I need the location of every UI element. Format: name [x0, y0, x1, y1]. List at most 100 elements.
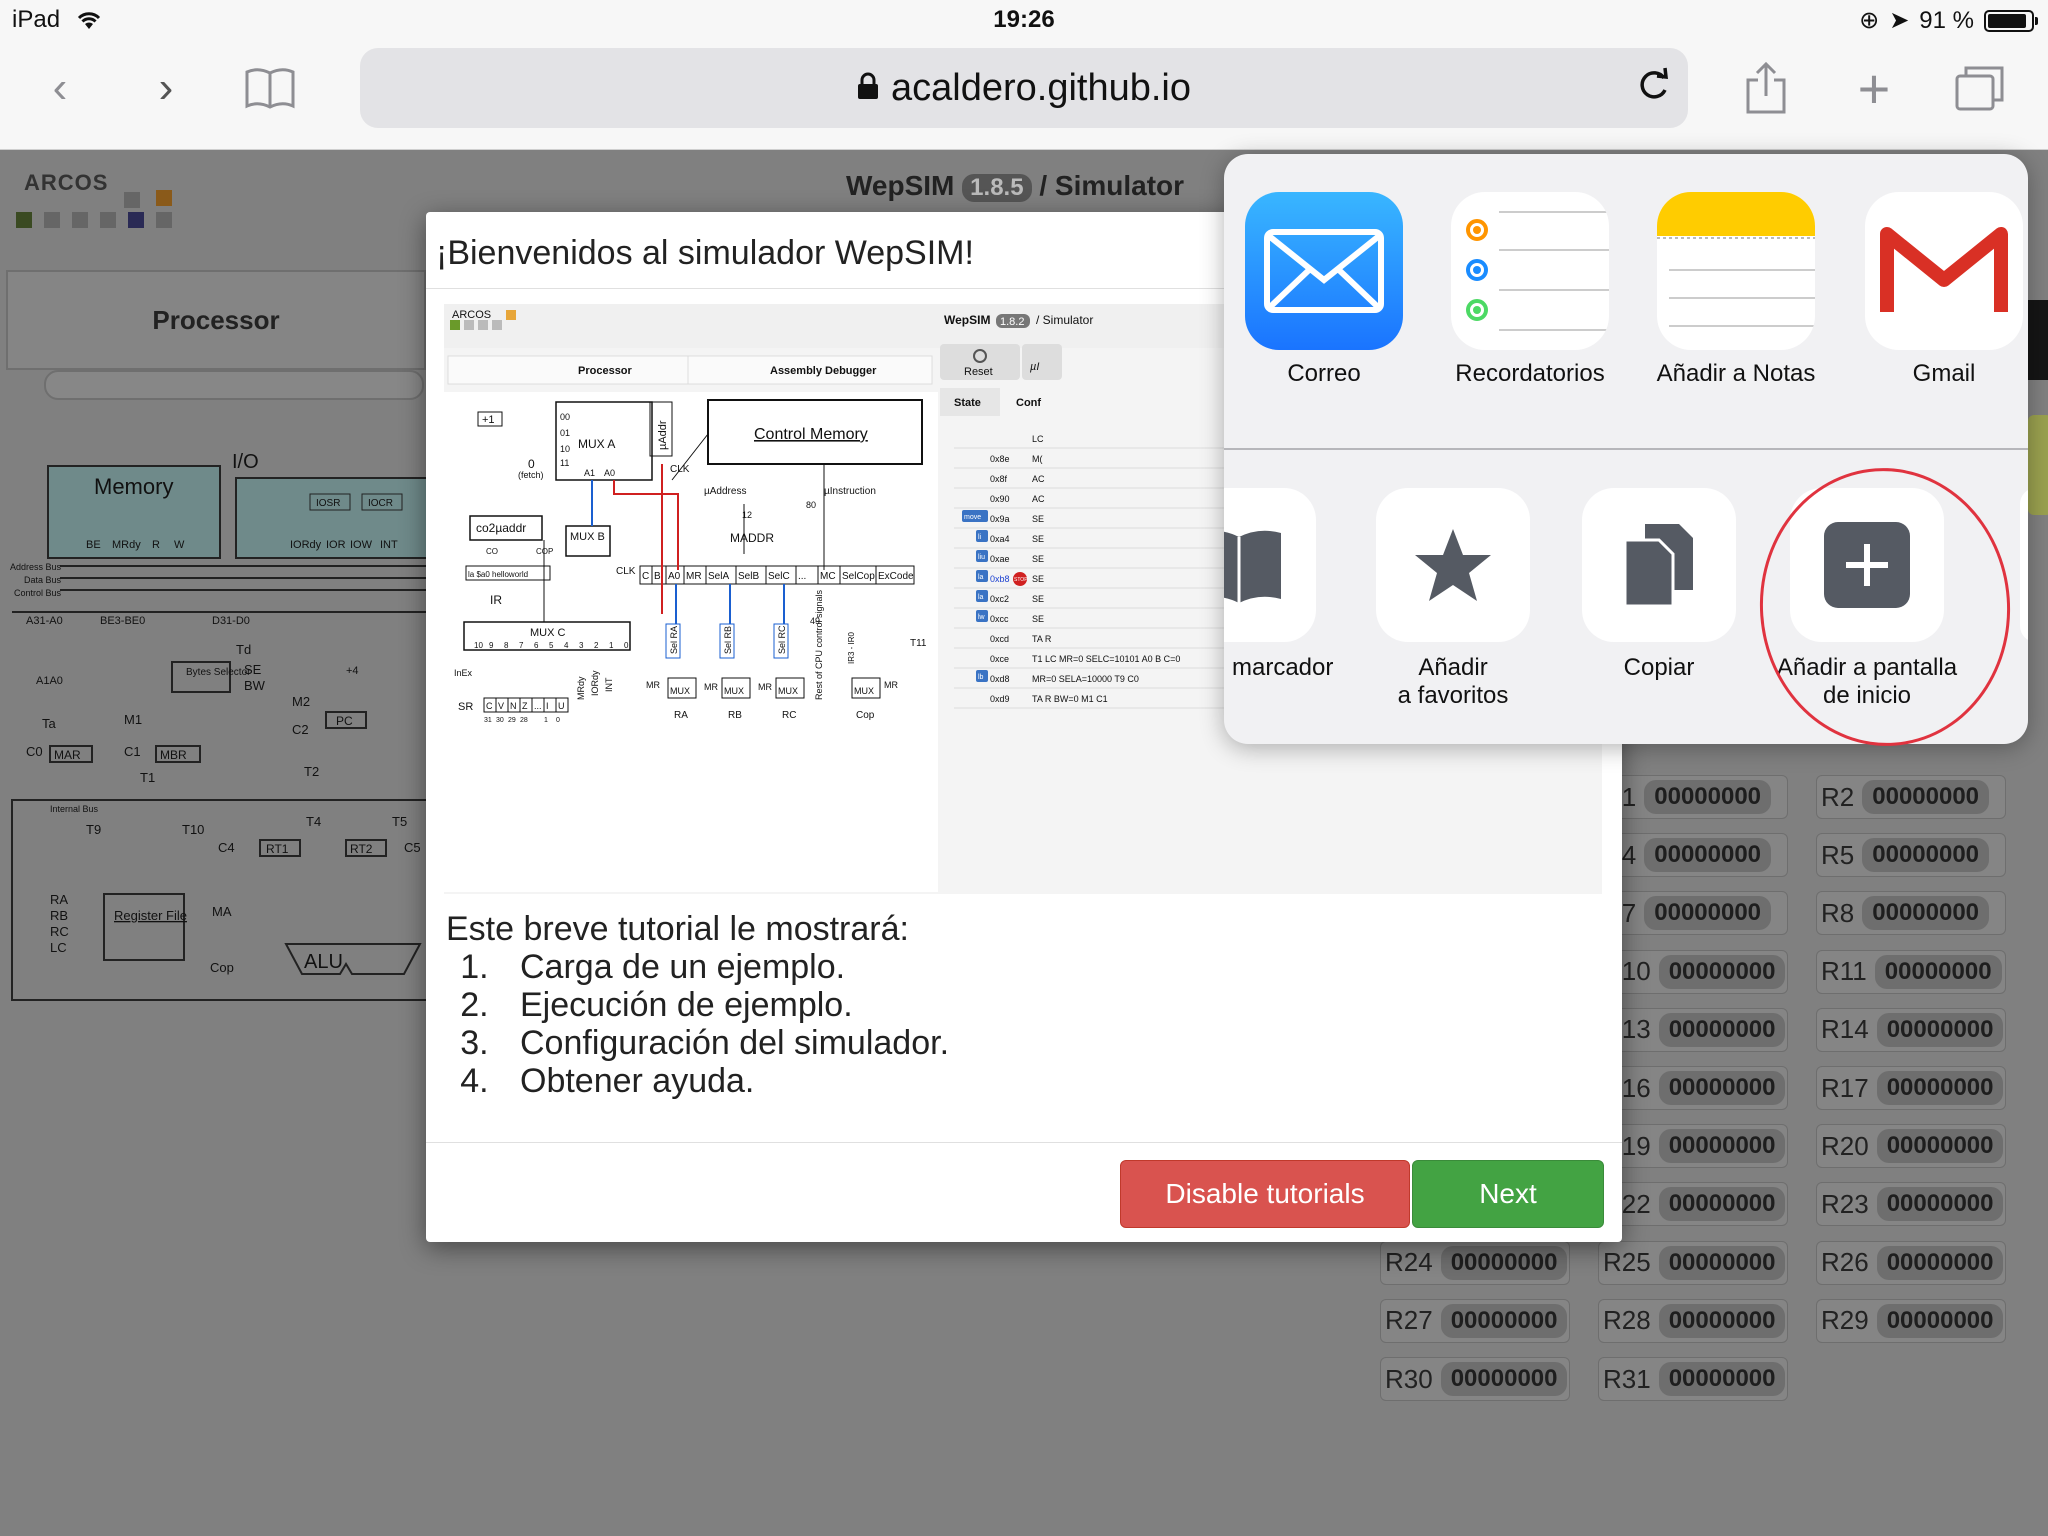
lock-icon	[857, 67, 879, 110]
register-value: 00000000	[1644, 896, 1772, 931]
back-icon[interactable]: ‹	[30, 58, 90, 118]
ior-label: IOR	[326, 539, 346, 551]
mini-memory-text: M(	[1032, 454, 1043, 464]
memory-label: Memory	[94, 474, 173, 499]
register-cell[interactable]: R400000000	[1598, 833, 1788, 878]
mini-cw-label: MR	[686, 571, 702, 582]
mini-muxc-bit: 2	[594, 641, 599, 650]
register-cell[interactable]: R27 00000000	[1380, 1298, 1570, 1343]
share-app-correo[interactable]: Correo	[1234, 192, 1414, 388]
register-cell[interactable]: R23 00000000	[1816, 1182, 2006, 1227]
svg-text:A0: A0	[604, 468, 615, 478]
mini-tab-processor: Processor	[578, 365, 633, 377]
control-bus-label: Control Bus	[14, 588, 62, 598]
register-value: 00000000	[1658, 1071, 1786, 1105]
mini-memory-text: SE	[1032, 574, 1044, 584]
share-app-recordatorios[interactable]: Recordatorios	[1440, 192, 1620, 388]
tutorial-intro: Este breve tutorial le mostrará:	[446, 910, 909, 948]
register-value: 00000000	[1440, 1362, 1568, 1396]
share-app-label: Gmail	[1912, 360, 1976, 387]
share-icon[interactable]	[1736, 58, 1796, 118]
register-cell[interactable]: R13 00000000	[1598, 1007, 1788, 1052]
register-cell[interactable]: R5 00000000	[1816, 833, 2006, 878]
browser-toolbar: ‹ › acaldero.github.io +	[0, 40, 2048, 150]
mini-muxc-bit: 8	[504, 641, 509, 650]
mini-badge-text: lb	[978, 674, 984, 681]
mini-t11: T11	[910, 638, 927, 649]
register-name: R25	[1603, 1247, 1651, 1278]
share-app-notas[interactable]: Añadir a Notas	[1646, 192, 1826, 388]
mini-muxc-bit: 6	[534, 641, 539, 650]
tutorial-step: Configuración del simulador.	[498, 1024, 949, 1062]
mar-label: MAR	[54, 748, 81, 762]
reload-icon[interactable]	[1636, 64, 1670, 112]
register-cell[interactable]: R26 00000000	[1816, 1240, 2006, 1285]
register-value: 00000000	[1876, 1071, 2004, 1105]
register-cell[interactable]: R20 00000000	[1816, 1124, 2006, 1169]
mini-memory-text: SE	[1032, 514, 1044, 524]
register-cell[interactable]: R100000000	[1598, 775, 1788, 819]
svg-text:01: 01	[560, 428, 570, 438]
register-name: R11	[1821, 956, 1867, 987]
t9-label: T9	[86, 822, 101, 837]
mini-sr-bit: 0	[556, 717, 560, 724]
d31d0-label: D31-D0	[212, 615, 250, 627]
forward-icon[interactable]: ›	[136, 58, 196, 118]
mini-sr-flag: U	[558, 701, 565, 711]
mini-memory-text: SE	[1032, 594, 1044, 604]
share-app-gmail[interactable]: Gmail	[1854, 192, 2028, 388]
internal-bus-label: Internal Bus	[50, 804, 99, 814]
tab-processor[interactable]: Processor	[6, 270, 426, 370]
t4-label: T4	[306, 814, 321, 829]
mini-ir-text: la $a0 helloworld	[468, 570, 528, 579]
right-edge-button[interactable]	[2028, 415, 2048, 515]
register-name: R28	[1603, 1305, 1651, 1336]
mini-cop: Cop	[856, 710, 875, 721]
location-icon: ➤	[1889, 7, 1910, 34]
register-cell[interactable]: R30 00000000	[1380, 1357, 1570, 1401]
tutorial-steps: Carga de un ejemplo. Ejecución de ejempl…	[498, 948, 949, 1100]
register-cell[interactable]: R2 00000000	[1816, 775, 2006, 819]
mini-sr-flag: I	[546, 701, 549, 711]
register-cell[interactable]: R25 00000000	[1598, 1240, 1788, 1285]
share-action-partial[interactable]	[2020, 488, 2028, 642]
register-value: 00000000	[1876, 1187, 2004, 1222]
share-action-copy[interactable]: Copiar	[1564, 488, 1754, 682]
share-action-bookmark[interactable]	[1224, 488, 1334, 642]
battery-icon	[1984, 9, 2038, 32]
register-cell[interactable]: R17 00000000	[1816, 1066, 2006, 1110]
c1-label: C1	[124, 744, 141, 759]
register-cell[interactable]: R8 00000000	[1816, 891, 2006, 936]
register-cell[interactable]: R29 00000000	[1816, 1298, 2006, 1343]
mini-memory-text: SE	[1032, 554, 1044, 564]
register-cell[interactable]: R19 00000000	[1598, 1124, 1788, 1169]
t2-label: T2	[304, 764, 319, 779]
address-bar[interactable]: acaldero.github.io	[360, 48, 1688, 128]
register-cell[interactable]: R11 00000000	[1816, 949, 2006, 994]
svg-text:CLK: CLK	[616, 566, 636, 577]
register-cell[interactable]: R700000000	[1598, 891, 1788, 936]
mini-mux-b: MUX B	[570, 531, 605, 543]
register-cell[interactable]: R24 00000000	[1380, 1240, 1570, 1285]
disable-tutorials-button[interactable]: Disable tutorials	[1120, 1160, 1410, 1228]
register-cell[interactable]: R28 00000000	[1598, 1298, 1788, 1343]
divider	[1224, 448, 2028, 450]
mini-badge-text: la	[978, 594, 984, 601]
mini-fetch: (fetch)	[518, 470, 544, 480]
share-action-favorites[interactable]: Añadir a favoritos	[1358, 488, 1548, 710]
register-value: 00000000	[1658, 1012, 1786, 1047]
register-cell[interactable]: R10 00000000	[1598, 949, 1788, 994]
mini-uinstruction: µInstruction	[824, 486, 876, 497]
tabs-icon[interactable]	[1950, 58, 2010, 118]
register-cell[interactable]: R16 00000000	[1598, 1066, 1788, 1110]
next-button[interactable]: Next	[1412, 1160, 1604, 1228]
new-tab-icon[interactable]: +	[1844, 57, 1904, 120]
register-cell[interactable]: R31 00000000	[1598, 1357, 1788, 1401]
register-cell[interactable]: R14 00000000	[1816, 1007, 2006, 1052]
mini-rc: RC	[782, 710, 796, 721]
status-bar: iPad 19:26 ⊕ ➤ 91 %	[0, 0, 2048, 40]
register-cell[interactable]: R22 00000000	[1598, 1182, 1788, 1227]
register-name: R20	[1821, 1130, 1869, 1161]
mini-title: WepSIM	[944, 313, 990, 327]
bookmarks-icon[interactable]	[240, 58, 300, 118]
